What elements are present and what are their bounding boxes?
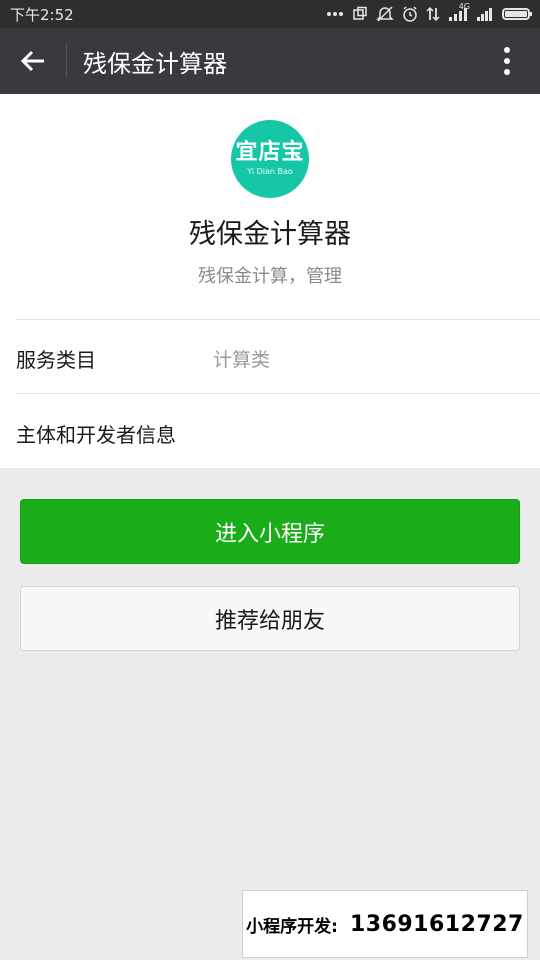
data-transfer-icon [426,6,440,22]
alarm-icon [402,6,418,22]
battery-icon [502,6,532,22]
logo-text: 宜店宝 [235,140,305,165]
ad-label: 小程序开发: [246,916,338,937]
more-button[interactable] [474,28,540,94]
developer-ad-banner: 小程序开发: 13691612727 [242,890,528,958]
page-title: 残保金计算器 [83,49,227,78]
logo-subtext: Yi Dian Bao [247,167,293,176]
app-description: 残保金计算，管理 [198,266,342,287]
app-logo: 宜店宝 Yi Dian Bao [231,120,309,198]
app-name: 残保金计算器 [189,219,351,250]
battery-fill [505,11,527,17]
more-vertical-icon [504,47,510,75]
service-category-label: 服务类目 [16,348,96,372]
status-icons: 4G [326,2,532,22]
signal-4g-icon: 4G [448,2,470,22]
network-label: 4G [458,2,470,11]
ad-phone: 13691612727 [349,911,524,937]
more-dots-icon [326,6,344,22]
screen-icon [352,6,368,22]
nav-divider [66,44,67,78]
back-button[interactable] [0,28,66,94]
arrow-left-icon [20,50,44,72]
divider [16,393,540,394]
developer-info-label: 主体和开发者信息 [16,423,176,447]
enter-mini-program-button[interactable]: 进入小程序 [20,499,520,564]
signal-icon [476,6,494,22]
divider [16,319,540,320]
app-info-card: 宜店宝 Yi Dian Bao 残保金计算器 残保金计算，管理 服务类目 计算类… [0,94,540,468]
service-category-value: 计算类 [213,349,271,371]
status-time: 下午2:52 [10,5,74,24]
nav-bar: 残保金计算器 [0,28,540,94]
status-bar: 下午2:52 4G [0,0,540,28]
mute-icon [376,6,394,22]
share-to-friend-button[interactable]: 推荐给朋友 [20,586,520,651]
